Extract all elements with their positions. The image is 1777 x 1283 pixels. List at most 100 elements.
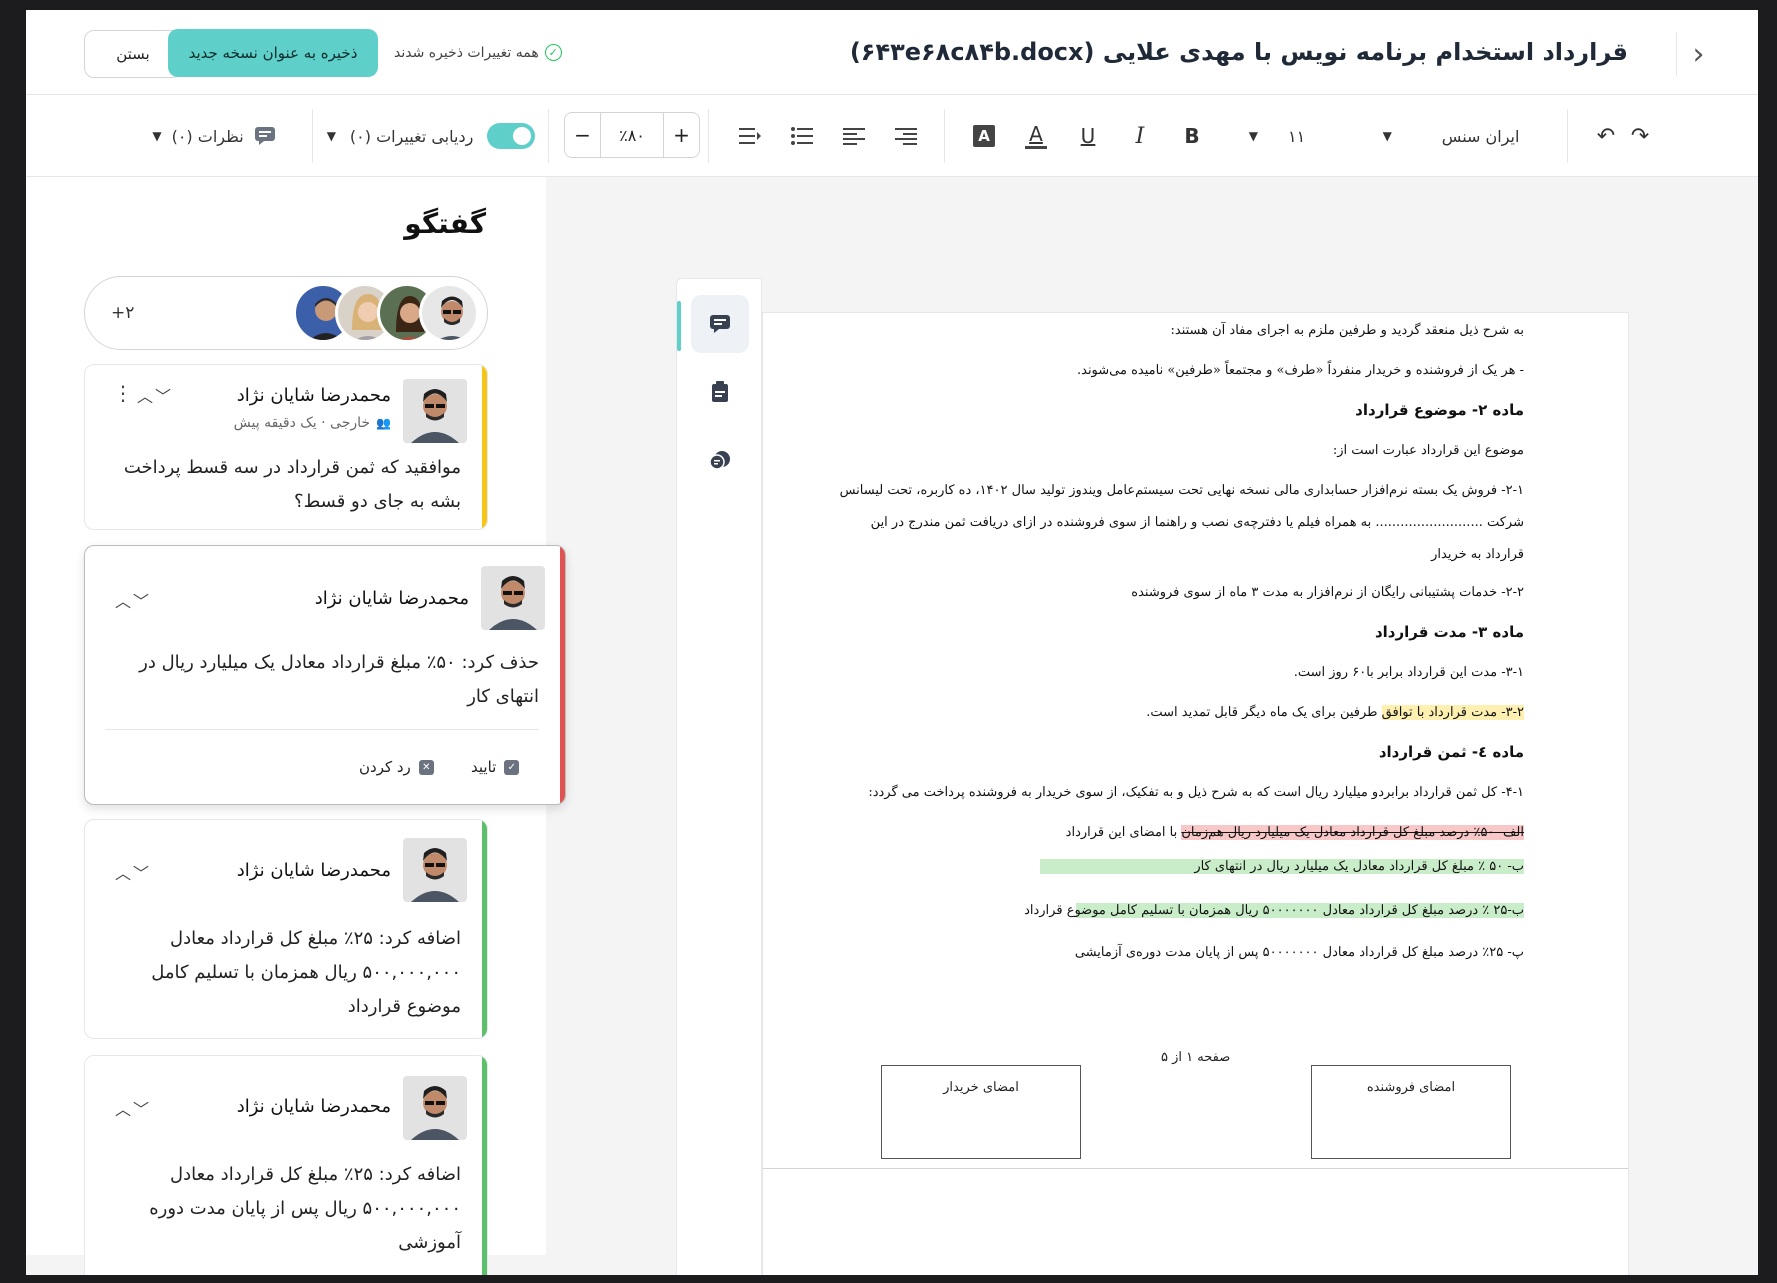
card-accent xyxy=(560,546,565,804)
change-description: اضافه کرد: ۲۵٪ مبلغ کل قرارداد معادل ۵۰۰… xyxy=(149,1164,461,1253)
comments-label: نظرات (۰) xyxy=(171,126,244,146)
insertion-highlight[interactable]: ب- ۵۰ ٪ مبلغ کل قرارداد معادل یک میلیارد… xyxy=(1040,859,1524,874)
card-nav-arrows[interactable]: ︿﹀ xyxy=(137,383,173,407)
chevron-down-icon: ▼ xyxy=(326,129,336,143)
track-changes-label: ردیابی تغییرات (۰) xyxy=(349,126,474,146)
font-family-select[interactable]: ▼ ایران سنس xyxy=(1356,95,1546,177)
bullet-list-icon[interactable] xyxy=(782,95,822,177)
doc-paragraph: پ- ۲۵٪ درصد مبلغ کل قرارداد معادل ۵۰۰۰۰۰… xyxy=(1074,945,1524,960)
seller-signature-box: امضای فروشنده xyxy=(1311,1065,1511,1159)
chat-bubbles-icon xyxy=(709,451,730,470)
deletion-highlight[interactable]: الف- ۵۰٪ درصد مبلغ کل قرارداد معادل یک م… xyxy=(1181,825,1524,840)
close-icon: ✕ xyxy=(418,759,434,775)
zoom-in-button[interactable]: + xyxy=(663,113,699,157)
doc-text: با امضای این قرارداد xyxy=(1065,825,1182,840)
zoom-level: ٪۸۰ xyxy=(619,125,645,145)
avatar-stack xyxy=(293,283,483,345)
font-family-value: ایران سنس xyxy=(1441,126,1520,146)
comment-icon xyxy=(710,315,730,333)
discussion-panel: گفتگو +۲ محمدرضا شایان نژاد 👥 خارجی · یک… xyxy=(26,177,566,1275)
side-tool-rail xyxy=(676,278,762,1275)
bold-icon[interactable]: B xyxy=(1172,95,1212,177)
insertion-highlight[interactable]: ب-۲۵ ٪ درصد مبلغ کل قرارداد معادل ۵۰۰۰۰۰… xyxy=(1024,903,1524,918)
comment-icon xyxy=(254,127,275,145)
comment-highlight[interactable]: ۳-۲- مدت قرارداد با توافق xyxy=(1381,705,1524,720)
reject-label: رد کردن xyxy=(359,758,411,776)
header-bar: بستن ذخیره به عنوان نسخه جدید ✓ همه تغیی… xyxy=(26,10,1758,95)
doc-paragraph: ۳-۱- مدت این قرارداد برابر با۶۰ روز است. xyxy=(1293,665,1524,680)
font-size-select[interactable]: ▼ ۱۱ xyxy=(1222,95,1332,177)
chevron-down-icon: ▼ xyxy=(152,129,162,143)
checkbox-check-icon: ✓ xyxy=(504,759,520,775)
formatting-toolbar: نظرات (۰) ▼ ردیابی تغییرات (۰) ▼ − ٪۸۰ + xyxy=(26,95,1758,177)
comment-card[interactable]: محمدرضا شایان نژاد 👥 خارجی · یک دقیقه پی… xyxy=(84,364,488,530)
accept-change-button[interactable]: ✓ تایید xyxy=(471,758,520,776)
divider xyxy=(105,729,539,730)
app-window: بستن ذخیره به عنوان نسخه جدید ✓ همه تغیی… xyxy=(26,10,1758,1275)
align-left-icon[interactable] xyxy=(834,95,874,177)
document-page[interactable]: به شرح ذیل منعقد گردید و طرفین ملزم به ا… xyxy=(762,312,1629,1275)
doc-paragraph: موضوع این قرارداد عبارت است از: xyxy=(1332,443,1524,458)
comment-meta: 👥 خارجی · یک دقیقه پیش xyxy=(234,415,391,431)
seller-signature-label: امضای فروشنده xyxy=(1366,1080,1456,1095)
card-accent xyxy=(482,365,487,529)
save-as-new-version-button[interactable]: ذخیره به عنوان نسخه جدید xyxy=(168,29,378,77)
track-changes-toggle[interactable] xyxy=(487,123,536,149)
rtl-list-icon[interactable] xyxy=(730,95,770,177)
doc-paragraph-deleted[interactable]: الف- ۵۰٪ درصد مبلغ کل قرارداد معادل یک م… xyxy=(1066,825,1524,840)
comment-author: محمدرضا شایان نژاد xyxy=(314,588,469,609)
track-changes-control[interactable]: ردیابی تغییرات (۰) ▼ xyxy=(326,95,536,177)
doc-paragraph: قرارداد به خریدار xyxy=(1431,547,1524,562)
reject-change-button[interactable]: ✕ رد کردن xyxy=(359,758,434,776)
redo-icon[interactable]: ↷ xyxy=(1622,95,1658,177)
back-chevron-icon[interactable]: › xyxy=(1676,32,1720,76)
comment-author: محمدرضا شایان نژاد xyxy=(236,385,391,406)
card-nav-arrows[interactable]: ︿﹀ xyxy=(115,860,151,884)
doc-heading: ماده ۲- موضوع قرارداد xyxy=(1355,401,1524,419)
italic-icon[interactable]: I xyxy=(1120,95,1160,177)
divider xyxy=(1567,109,1568,163)
underline-icon[interactable]: U xyxy=(1068,95,1108,177)
accept-label: تایید xyxy=(471,758,497,776)
discussion-rail-button[interactable] xyxy=(691,295,749,353)
saved-status: ✓ همه تغییرات ذخیره شدند xyxy=(394,44,562,61)
saved-status-text: همه تغییرات ذخیره شدند xyxy=(394,44,539,61)
page-number: صفحه ۱ از ۵ xyxy=(1161,1050,1231,1065)
font-size-value: ۱۱ xyxy=(1288,126,1306,146)
avatar xyxy=(403,1076,467,1140)
card-accent xyxy=(482,1056,487,1275)
participants-bar[interactable]: +۲ xyxy=(84,276,488,350)
divider xyxy=(548,109,549,163)
highlight-icon[interactable]: A xyxy=(964,95,1004,177)
align-right-icon[interactable] xyxy=(886,95,926,177)
doc-paragraph: شرکت .......................... به همراه… xyxy=(870,515,1524,530)
comments-dropdown[interactable]: نظرات (۰) ▼ xyxy=(134,95,294,177)
tracked-change-card-insertion[interactable]: محمدرضا شایان نژاد ︿﹀ اضافه کرد: ۲۵٪ مبل… xyxy=(84,1055,488,1275)
zoom-out-button[interactable]: − xyxy=(565,113,601,157)
buyer-signature-box: امضای خریدار xyxy=(881,1065,1081,1159)
avatar xyxy=(403,379,467,443)
card-nav-arrows[interactable]: ︿﹀ xyxy=(115,1096,151,1120)
chevron-down-icon: ▼ xyxy=(1382,129,1392,143)
page-break xyxy=(763,1168,1628,1169)
undo-icon[interactable]: ↶ xyxy=(1588,95,1624,177)
comment-author: محمدرضا شایان نژاد xyxy=(236,1096,391,1117)
card-nav-arrows[interactable]: ︿﹀ xyxy=(115,588,151,612)
tracked-change-card-insertion[interactable]: محمدرضا شایان نژاد ︿﹀ اضافه کرد: ۲۵٪ مبل… xyxy=(84,819,488,1039)
document-rail-button[interactable] xyxy=(691,363,749,421)
doc-heading: ماده ۳- مدت قرارداد xyxy=(1374,623,1524,641)
chat-bubbles-rail-button[interactable] xyxy=(691,431,749,489)
doc-paragraph: - هر یک از فروشنده و خریدار منفرداً «طرف… xyxy=(1076,363,1524,378)
avatar xyxy=(481,566,545,630)
doc-paragraph-commented[interactable]: ۳-۲- مدت قرارداد با توافق طرفین برای یک … xyxy=(1146,705,1524,720)
chevron-down-icon: ▼ xyxy=(1248,129,1259,143)
doc-paragraph: ۲-۲- خدمات پشتیبانی رایگان از نرم‌افزار … xyxy=(1131,585,1524,600)
comment-body: موافقید که ثمن قرارداد در سه قسط پرداخت … xyxy=(123,457,461,512)
text-color-icon[interactable]: A xyxy=(1016,95,1056,177)
change-description: حذف کرد: ۵۰٪ مبلغ قرارداد معادل یک میلیا… xyxy=(139,652,539,707)
divider xyxy=(944,109,945,163)
active-indicator xyxy=(677,301,681,351)
more-options-icon[interactable]: ⋮ xyxy=(113,381,133,405)
doc-paragraph: ۴-۱- کل ثمن قرارداد برابردو میلیارد ریال… xyxy=(868,785,1524,800)
tracked-change-card-deletion[interactable]: محمدرضا شایان نژاد ︿﹀ حذف کرد: ۵۰٪ مبلغ … xyxy=(84,545,566,805)
